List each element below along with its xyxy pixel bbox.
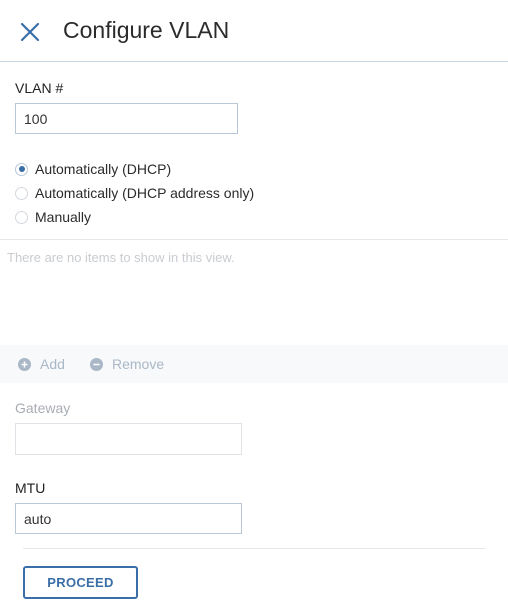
close-icon[interactable] [18,20,42,44]
add-label: Add [40,356,65,372]
divider [0,239,508,240]
empty-list-message: There are no items to show in this view. [7,250,235,265]
radio-label: Automatically (DHCP) [35,161,172,177]
remove-button[interactable]: Remove [90,356,164,372]
minus-circle-icon [90,357,103,371]
address-toolbar: Add Remove [0,345,508,383]
remove-label: Remove [112,356,165,372]
radio-button[interactable] [15,186,28,200]
plus-circle-icon [18,357,31,371]
vlan-input[interactable] [15,103,238,134]
vlan-label: VLAN # [15,80,64,96]
radio-manually[interactable]: Manually [15,207,91,227]
close-button[interactable] [18,20,42,44]
radio-dhcp[interactable]: Automatically (DHCP) [15,159,171,179]
gateway-label: Gateway [15,400,71,416]
dialog-title: Configure VLAN [63,17,230,43]
proceed-button[interactable]: PROCEED [23,566,138,599]
radio-button[interactable] [15,210,28,224]
footer-divider [23,548,486,549]
add-button[interactable]: Add [18,356,65,372]
dialog-header: Configure VLAN [0,0,508,62]
radio-dhcp-address-only[interactable]: Automatically (DHCP address only) [15,183,254,203]
mtu-label: MTU [15,480,46,496]
radio-button[interactable] [15,162,28,176]
mtu-input[interactable] [15,503,242,534]
radio-label: Automatically (DHCP address only) [35,185,255,201]
gateway-input[interactable] [15,423,242,455]
radio-label: Manually [35,209,92,225]
